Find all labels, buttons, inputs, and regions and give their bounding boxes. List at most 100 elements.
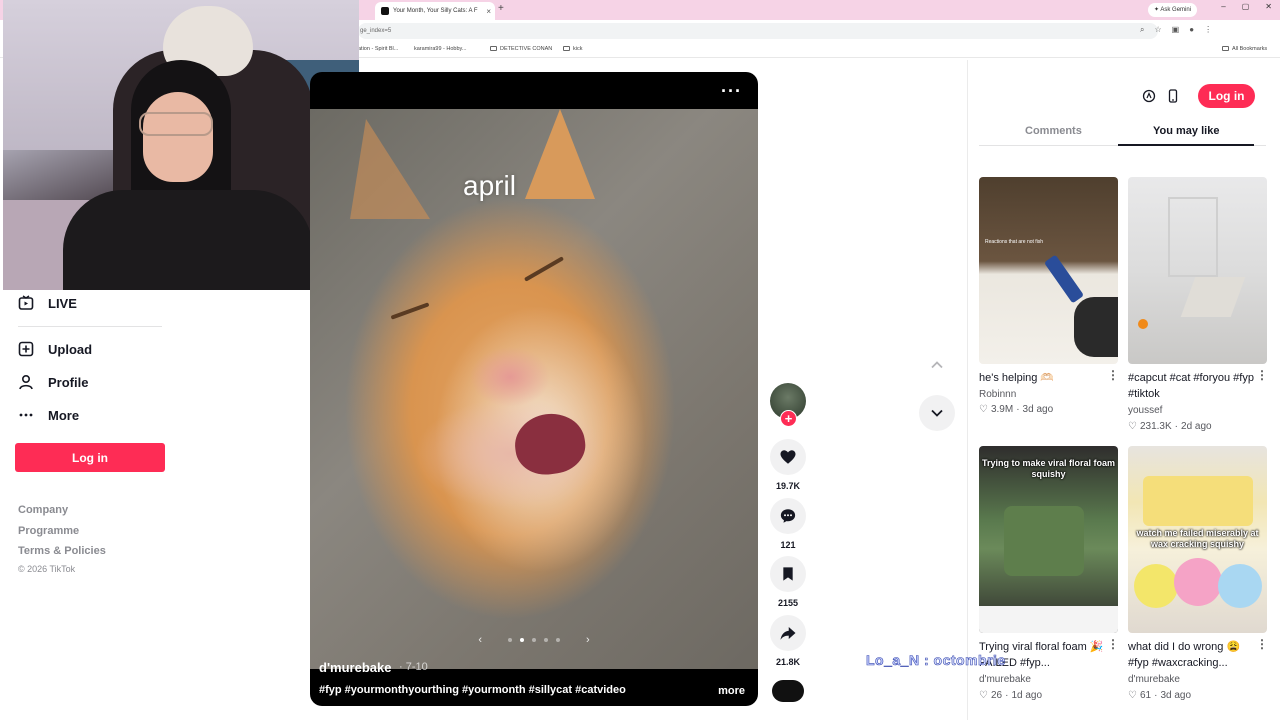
tab-you-may-like[interactable]: You may like: [1153, 125, 1219, 137]
thumbnail-object: [1218, 564, 1262, 608]
carousel-dot[interactable]: [508, 638, 512, 642]
bookmark-folder[interactable]: kick: [563, 46, 582, 52]
recommended-video-title[interactable]: what did I do wrong 😩 #fyp #waxcracking.…: [1128, 639, 1254, 671]
folder-icon: [1222, 46, 1229, 51]
video-player[interactable]: april ··· ‹ › d'murebake · 7-10 #fyp #yo…: [310, 72, 758, 706]
recommended-video-stats: ♡ 231.3K · 2d ago: [1128, 421, 1212, 432]
tab-close-icon[interactable]: ×: [486, 7, 491, 16]
profile-icon: [18, 374, 34, 390]
profile-avatar-icon[interactable]: ●: [1189, 25, 1194, 35]
cat-mouth: [511, 409, 589, 479]
save-button[interactable]: [770, 556, 806, 592]
video-author[interactable]: d'murebake: [319, 660, 391, 675]
music-disc-icon[interactable]: [772, 680, 804, 702]
recommended-video-author[interactable]: d'murebake: [1128, 674, 1180, 685]
browser-tab[interactable]: Your Month, Your Silly Cats: A F ×: [375, 2, 495, 20]
like-button[interactable]: [770, 439, 806, 475]
comment-icon: [780, 509, 796, 523]
sidebar-item-more[interactable]: More: [18, 407, 79, 423]
previous-video-button[interactable]: [919, 347, 955, 383]
footer-link-company[interactable]: Company: [18, 504, 68, 516]
next-video-button[interactable]: [919, 395, 955, 431]
recommended-video-thumbnail[interactable]: Reactions that are not fish: [979, 177, 1118, 364]
heart-icon: [780, 450, 796, 464]
carousel-prev-button[interactable]: ‹: [478, 634, 482, 646]
chat-username: Lo_a_N: [866, 652, 920, 669]
extension-icon[interactable]: ▣: [1172, 25, 1180, 35]
card-options-icon[interactable]: ⋮: [1107, 368, 1119, 382]
thumbnail-object: [1174, 558, 1222, 606]
window-controls: – ▢ ✕: [1221, 2, 1272, 11]
video-hashtags[interactable]: #fyp #yourmonthyourthing #yourmonth #sil…: [319, 684, 626, 696]
card-options-icon[interactable]: ⋮: [1107, 637, 1119, 651]
mobile-app-icon[interactable]: [1163, 86, 1183, 106]
tab-comments[interactable]: Comments: [1025, 125, 1082, 137]
thumbnail-object: [1168, 197, 1218, 277]
new-tab-button[interactable]: +: [498, 3, 504, 14]
stream-chat-overlay: Lo_a_N : octombrie: [866, 652, 1006, 669]
footer-link-programme[interactable]: Programme: [18, 525, 79, 537]
thumbnail-caption: Trying to make viral floral foam squishy: [981, 458, 1116, 479]
footer-copyright: © 2026 TikTok: [18, 564, 76, 574]
thumbnail-object: [1143, 476, 1253, 526]
footer-link-terms[interactable]: Terms & Policies: [18, 545, 106, 557]
bookmark-star-icon[interactable]: ☆: [1154, 25, 1161, 35]
recommended-video-author[interactable]: youssef: [1128, 405, 1162, 416]
url-field[interactable]: ge_index=5: [358, 23, 1158, 39]
sidebar-item-label: Profile: [48, 374, 89, 390]
recommended-video-author[interactable]: d'murebake: [979, 674, 1031, 685]
chat-message: octombrie: [933, 652, 1006, 669]
video-description-more[interactable]: more: [718, 685, 745, 697]
card-options-icon[interactable]: ⋮: [1256, 368, 1268, 382]
tab-title: Your Month, Your Silly Cats: A F: [393, 8, 478, 14]
video-options-icon[interactable]: ···: [721, 82, 742, 100]
maximize-button[interactable]: ▢: [1242, 2, 1250, 11]
ask-gemini-button[interactable]: ✦ Ask Gemini: [1148, 3, 1198, 17]
sidebar-item-upload[interactable]: Upload: [18, 341, 92, 357]
bookmark-folder[interactable]: DETECTIVE CONAN: [490, 46, 552, 52]
close-window-button[interactable]: ✕: [1265, 2, 1272, 11]
coin-icon[interactable]: [1139, 86, 1159, 106]
bookmark-icon: [783, 567, 793, 581]
recommended-video-stats: ♡ 3.9M · 3d ago: [979, 404, 1053, 415]
orange-emoji-icon: [1138, 319, 1148, 329]
carousel-dot-active[interactable]: [520, 638, 524, 642]
minimize-button[interactable]: –: [1221, 2, 1225, 11]
carousel-dot[interactable]: [532, 638, 536, 642]
webcam-person-glasses: [139, 112, 213, 136]
recommended-video-title[interactable]: he's helping 🫶🏻: [979, 370, 1105, 386]
bookmark-label: karamira99 - Hobby...: [414, 46, 467, 52]
carousel-dot[interactable]: [556, 638, 560, 642]
post-age: 3d ago: [1160, 690, 1192, 701]
header-login-button[interactable]: Log in: [1198, 84, 1255, 108]
thumbnail-object: [1180, 277, 1246, 317]
bookmark-label: kick: [573, 46, 583, 52]
zoom-icon[interactable]: ⌕: [1140, 25, 1144, 35]
sidebar-item-live[interactable]: LIVE: [18, 295, 77, 311]
share-count: 21.8K: [775, 657, 801, 667]
follow-button[interactable]: +: [780, 410, 797, 427]
separator: ·: [1174, 421, 1179, 432]
more-icon: [18, 407, 34, 423]
thumbnail-caption: Reactions that are not fish: [985, 239, 1044, 245]
recommended-video-thumbnail[interactable]: watch me failed miserably at wax crackin…: [1128, 446, 1267, 633]
carousel-dot[interactable]: [544, 638, 548, 642]
sidebar-item-profile[interactable]: Profile: [18, 374, 88, 390]
sidebar-login-button[interactable]: Log in: [15, 443, 165, 472]
recommended-video-author[interactable]: Robinnn: [979, 389, 1016, 400]
recommended-video-title[interactable]: #capcut #cat #foryou #fyp #tiktok: [1128, 370, 1254, 402]
menu-icon[interactable]: ⋮: [1204, 25, 1212, 35]
bookmark-item[interactable]: ation - Spirit Bl...: [358, 46, 398, 52]
cat-ear: [350, 119, 430, 219]
like-count: 231.3K: [1139, 421, 1172, 432]
recommended-video-stats: ♡ 61 · 3d ago: [1128, 690, 1191, 701]
comment-button[interactable]: [770, 498, 806, 534]
all-bookmarks-label: All Bookmarks: [1232, 46, 1268, 52]
recommended-video-thumbnail[interactable]: [1128, 177, 1267, 364]
recommended-video-thumbnail[interactable]: Trying to make viral floral foam squishy: [979, 446, 1118, 633]
card-options-icon[interactable]: ⋮: [1256, 637, 1268, 651]
all-bookmarks[interactable]: All Bookmarks: [1222, 46, 1267, 52]
bookmark-item[interactable]: karamira99 - Hobby...: [414, 46, 466, 52]
carousel-next-button[interactable]: ›: [586, 634, 590, 646]
share-button[interactable]: [770, 615, 806, 651]
